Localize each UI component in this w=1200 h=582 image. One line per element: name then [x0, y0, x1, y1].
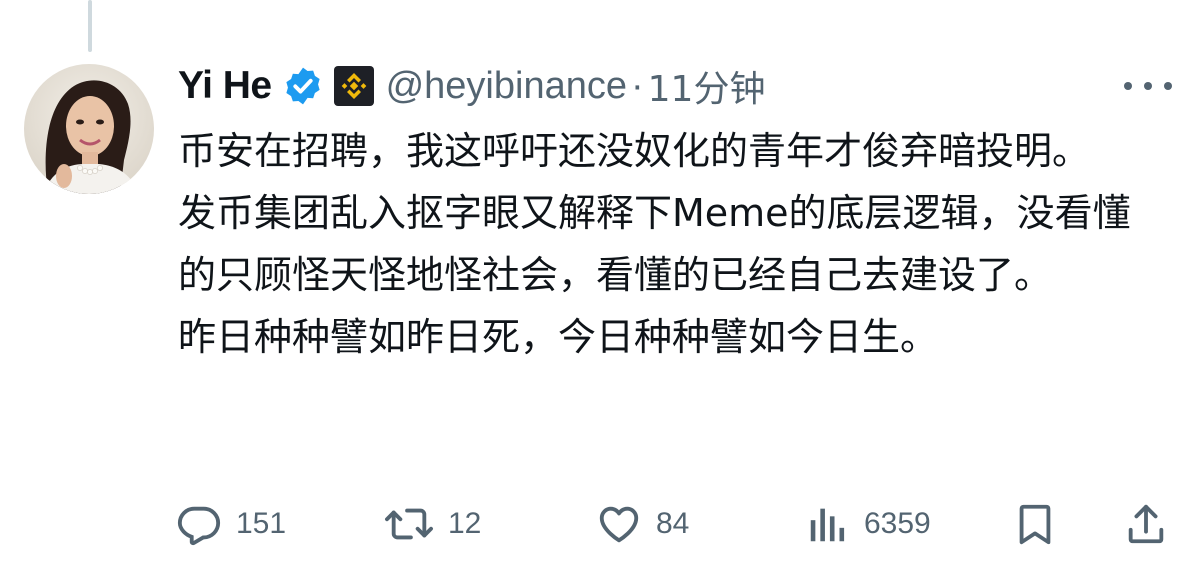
retweet-icon — [384, 501, 434, 547]
binance-logo-icon[interactable] — [333, 66, 374, 106]
heart-icon — [596, 501, 642, 547]
more-dot — [1144, 82, 1152, 90]
tweet-paragraph: 昨日种种譬如昨日死，今日种种譬如今日生。 — [178, 315, 939, 359]
share-icon — [1124, 501, 1168, 547]
like-count: 84 — [656, 507, 690, 540]
timestamp[interactable]: 11分钟 — [648, 60, 766, 112]
reply-count: 151 — [236, 507, 287, 540]
more-options-icon[interactable] — [1124, 68, 1172, 104]
like-button[interactable]: 84 — [596, 496, 689, 552]
handle[interactable]: @heyibinance — [386, 65, 627, 108]
reply-button[interactable]: 151 — [176, 496, 286, 552]
views-button[interactable]: 6359 — [806, 496, 931, 552]
share-button[interactable] — [1124, 496, 1168, 552]
separator-dot: · — [631, 64, 644, 107]
views-count: 6359 — [864, 507, 931, 540]
display-name[interactable]: Yi He — [178, 64, 272, 108]
bookmark-button[interactable] — [1014, 496, 1056, 552]
tweet-header: Yi He @heyibinance · 11分钟 — [178, 60, 765, 112]
thread-connector-line — [88, 0, 92, 52]
bookmark-icon — [1014, 501, 1056, 547]
action-bar: 151 12 84 6359 — [0, 496, 1200, 552]
retweet-count: 12 — [448, 507, 482, 540]
retweet-button[interactable]: 12 — [384, 496, 481, 552]
verified-badge-icon — [282, 65, 324, 107]
tweet-paragraph: 币安在招聘，我这呼吁还没奴化的青年才俊弃暗投明。 — [178, 129, 1091, 173]
tweet-text: 币安在招聘，我这呼吁还没奴化的青年才俊弃暗投明。 发币集团乱入抠字眼又解释下Me… — [178, 120, 1168, 368]
views-icon — [806, 501, 850, 547]
tweet-view: Yi He @heyibinance · 11分钟 币安在招聘，我这呼吁还没奴化… — [0, 0, 1200, 582]
more-dot — [1164, 82, 1172, 90]
tweet-paragraph: 发币集团乱入抠字眼又解释下Meme的底层逻辑，没看懂的只顾怪天怪地怪社会，看懂的… — [178, 191, 1131, 297]
avatar[interactable] — [24, 64, 154, 194]
reply-icon — [176, 501, 222, 547]
more-dot — [1124, 82, 1132, 90]
